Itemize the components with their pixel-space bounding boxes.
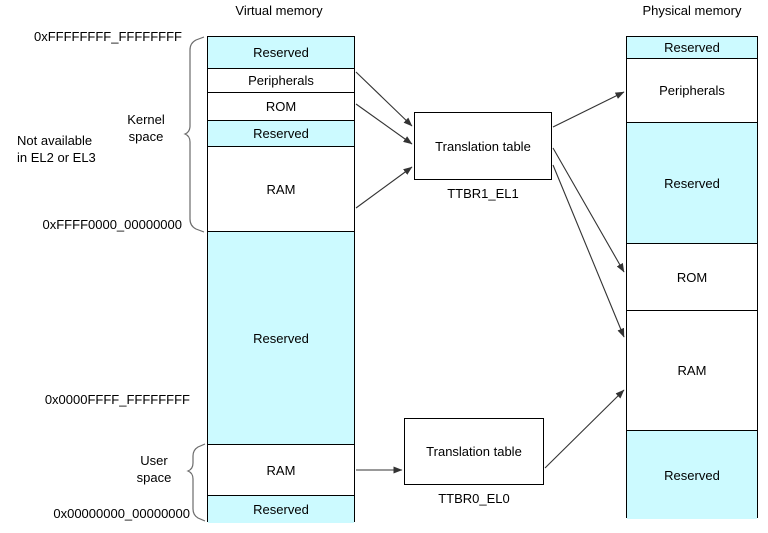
virtual-block-ram-user: RAM [208, 445, 354, 496]
arrow-virtual-ram-to-ttbr1 [355, 166, 413, 209]
physical-block-ram: RAM [627, 311, 757, 431]
arrow-ttbr1-to-physical-peripherals [552, 91, 625, 128]
arrow-virtual-rom-to-ttbr1 [355, 103, 413, 145]
virtual-block-reserved-bottom: Reserved [208, 496, 354, 523]
availability-note-line1: Not available [17, 133, 93, 148]
physical-memory-column: Reserved Peripherals Reserved ROM RAM Re… [626, 36, 758, 519]
arrow-ttbr1-to-physical-rom [552, 147, 625, 273]
translation-table-ttbr0[interactable]: Translation table [404, 418, 544, 485]
diagram-canvas: Virtual memory Physical memory Reserved … [0, 0, 768, 533]
arrow-ttbr1-to-physical-ram [552, 164, 625, 338]
availability-note-line2: in EL2 or EL3 [17, 150, 96, 165]
translation-table-ttbr1-register: TTBR1_EL1 [447, 186, 519, 201]
virtual-block-reserved-kernel: Reserved [208, 121, 354, 147]
address-label-top: 0xFFFFFFFF_FFFFFFFF [33, 29, 182, 44]
kernel-space-label-line2: space [128, 129, 164, 144]
user-space-label-line2: space [136, 470, 172, 485]
user-space-label-line1: User [140, 453, 168, 468]
virtual-block-rom: ROM [208, 93, 354, 121]
virtual-block-reserved-gap: Reserved [208, 232, 354, 445]
address-label-kernel-base: 0xFFFF0000_00000000 [42, 217, 182, 232]
virtual-block-peripherals: Peripherals [208, 69, 354, 93]
address-label-user-top: 0x0000FFFF_FFFFFFFF [44, 392, 190, 407]
arrow-virtual-peripherals-to-ttbr1 [355, 71, 413, 127]
physical-block-reserved-top: Reserved [627, 37, 757, 59]
user-space-brace [186, 443, 206, 522]
virtual-block-ram-kernel: RAM [208, 147, 354, 232]
virtual-memory-column: Reserved Peripherals ROM Reserved RAM Re… [207, 36, 355, 523]
virtual-memory-title: Virtual memory [235, 3, 323, 18]
physical-block-rom: ROM [627, 244, 757, 311]
kernel-space-brace [183, 36, 205, 233]
translation-table-ttbr1[interactable]: Translation table [414, 112, 552, 180]
kernel-space-label-line1: Kernel [127, 112, 165, 127]
physical-block-reserved-bottom: Reserved [627, 431, 757, 519]
arrow-ttbr0-to-physical-ram [544, 389, 625, 469]
physical-block-reserved-mid: Reserved [627, 123, 757, 244]
physical-memory-title: Physical memory [642, 3, 742, 18]
address-label-bottom: 0x00000000_00000000 [53, 506, 190, 521]
physical-block-peripherals: Peripherals [627, 59, 757, 123]
virtual-block-reserved-top: Reserved [208, 37, 354, 69]
translation-table-ttbr0-register: TTBR0_EL0 [438, 491, 510, 506]
